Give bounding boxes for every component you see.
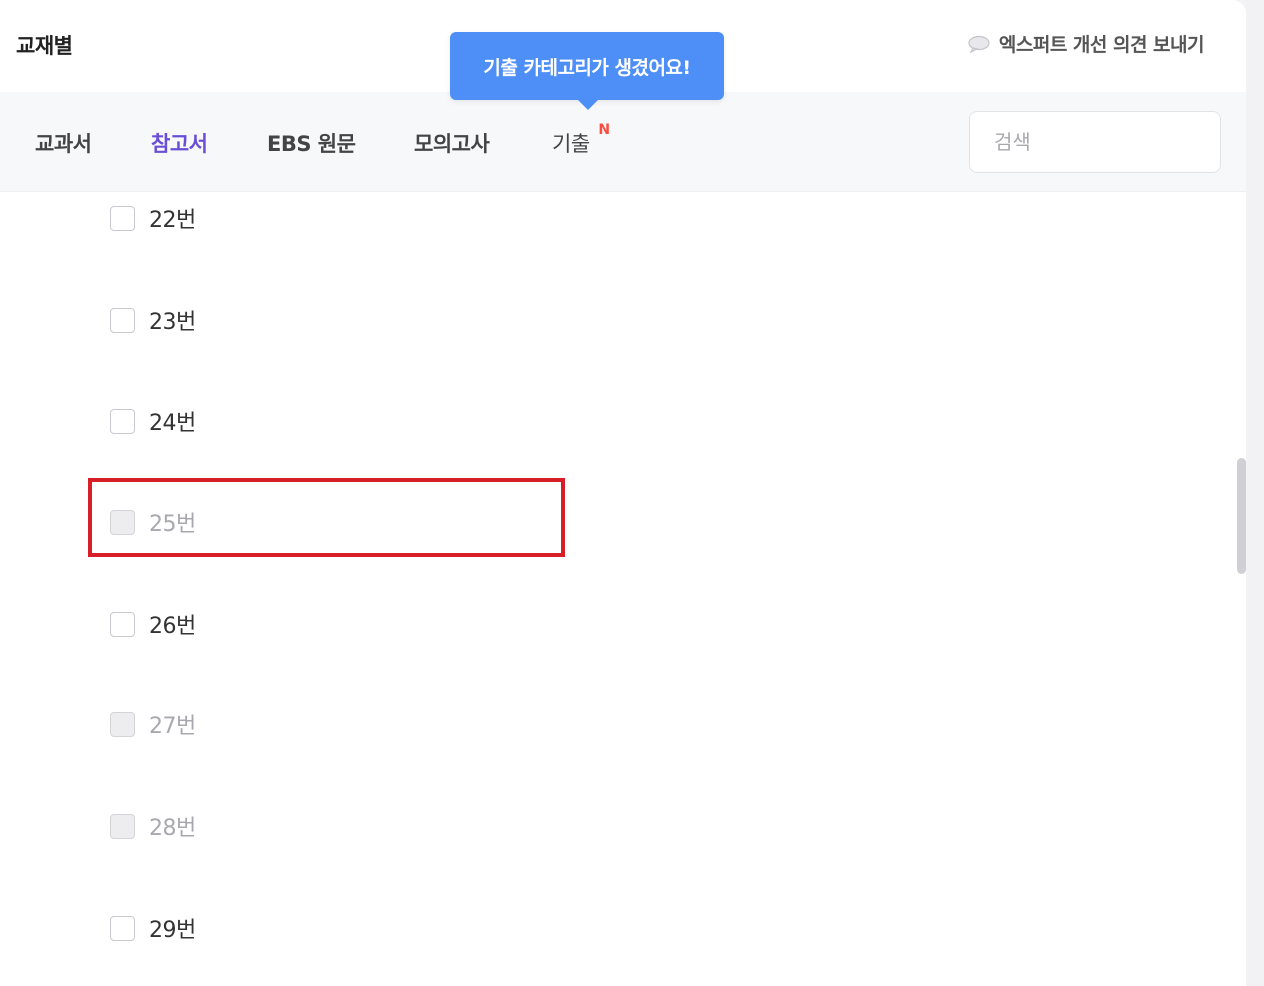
- tooltip-text: 기출 카테고리가 생겼어요!: [483, 56, 691, 79]
- feedback-label: 엑스퍼트 개선 의견 보내기: [998, 34, 1205, 56]
- feedback-link[interactable]: 엑스퍼트 개선 의견 보내기: [967, 30, 1205, 57]
- list-item-29[interactable]: 29번: [110, 912, 196, 944]
- checkbox[interactable]: [110, 611, 135, 637]
- list-item-28[interactable]: 28번: [110, 810, 196, 842]
- item-label: 27번: [149, 714, 196, 739]
- tab-textbook[interactable]: 교과서: [35, 128, 92, 158]
- item-label: 29번: [149, 918, 196, 943]
- speech-bubble-icon: [967, 35, 991, 53]
- list-item-23[interactable]: 23번: [110, 304, 196, 336]
- list-item-26[interactable]: 26번: [110, 608, 196, 640]
- scrollbar-track[interactable]: [1246, 0, 1264, 986]
- checkbox-disabled[interactable]: [110, 711, 135, 737]
- list-item-22[interactable]: 22번: [110, 202, 196, 234]
- tab-mock-exam[interactable]: 모의고사: [414, 128, 490, 158]
- item-label: 22번: [149, 208, 196, 233]
- new-badge: N: [598, 122, 610, 138]
- tab-past-exam[interactable]: 기출 N: [552, 122, 610, 158]
- panel-title: 교재별: [16, 34, 73, 58]
- checkbox-disabled[interactable]: [110, 813, 135, 839]
- list-item-24[interactable]: 24번: [110, 405, 196, 437]
- checkbox[interactable]: [110, 915, 135, 941]
- highlight-annotation-box: [88, 478, 565, 557]
- new-category-tooltip: 기출 카테고리가 생겼어요!: [450, 32, 724, 110]
- list-item-27[interactable]: 27번: [110, 708, 196, 740]
- checkbox[interactable]: [110, 205, 135, 231]
- item-label: 26번: [149, 614, 196, 639]
- search-input[interactable]: [969, 111, 1221, 173]
- item-label: 28번: [149, 816, 196, 841]
- item-label: 23번: [149, 310, 196, 335]
- scrollbar-thumb[interactable]: [1237, 458, 1246, 574]
- tab-reference-book[interactable]: 참고서: [151, 128, 208, 158]
- tab-ebs-original[interactable]: EBS 원문: [267, 128, 356, 158]
- checkbox[interactable]: [110, 307, 135, 333]
- tab-past-exam-label: 기출: [552, 132, 590, 156]
- checkbox[interactable]: [110, 408, 135, 434]
- item-label: 24번: [149, 411, 196, 436]
